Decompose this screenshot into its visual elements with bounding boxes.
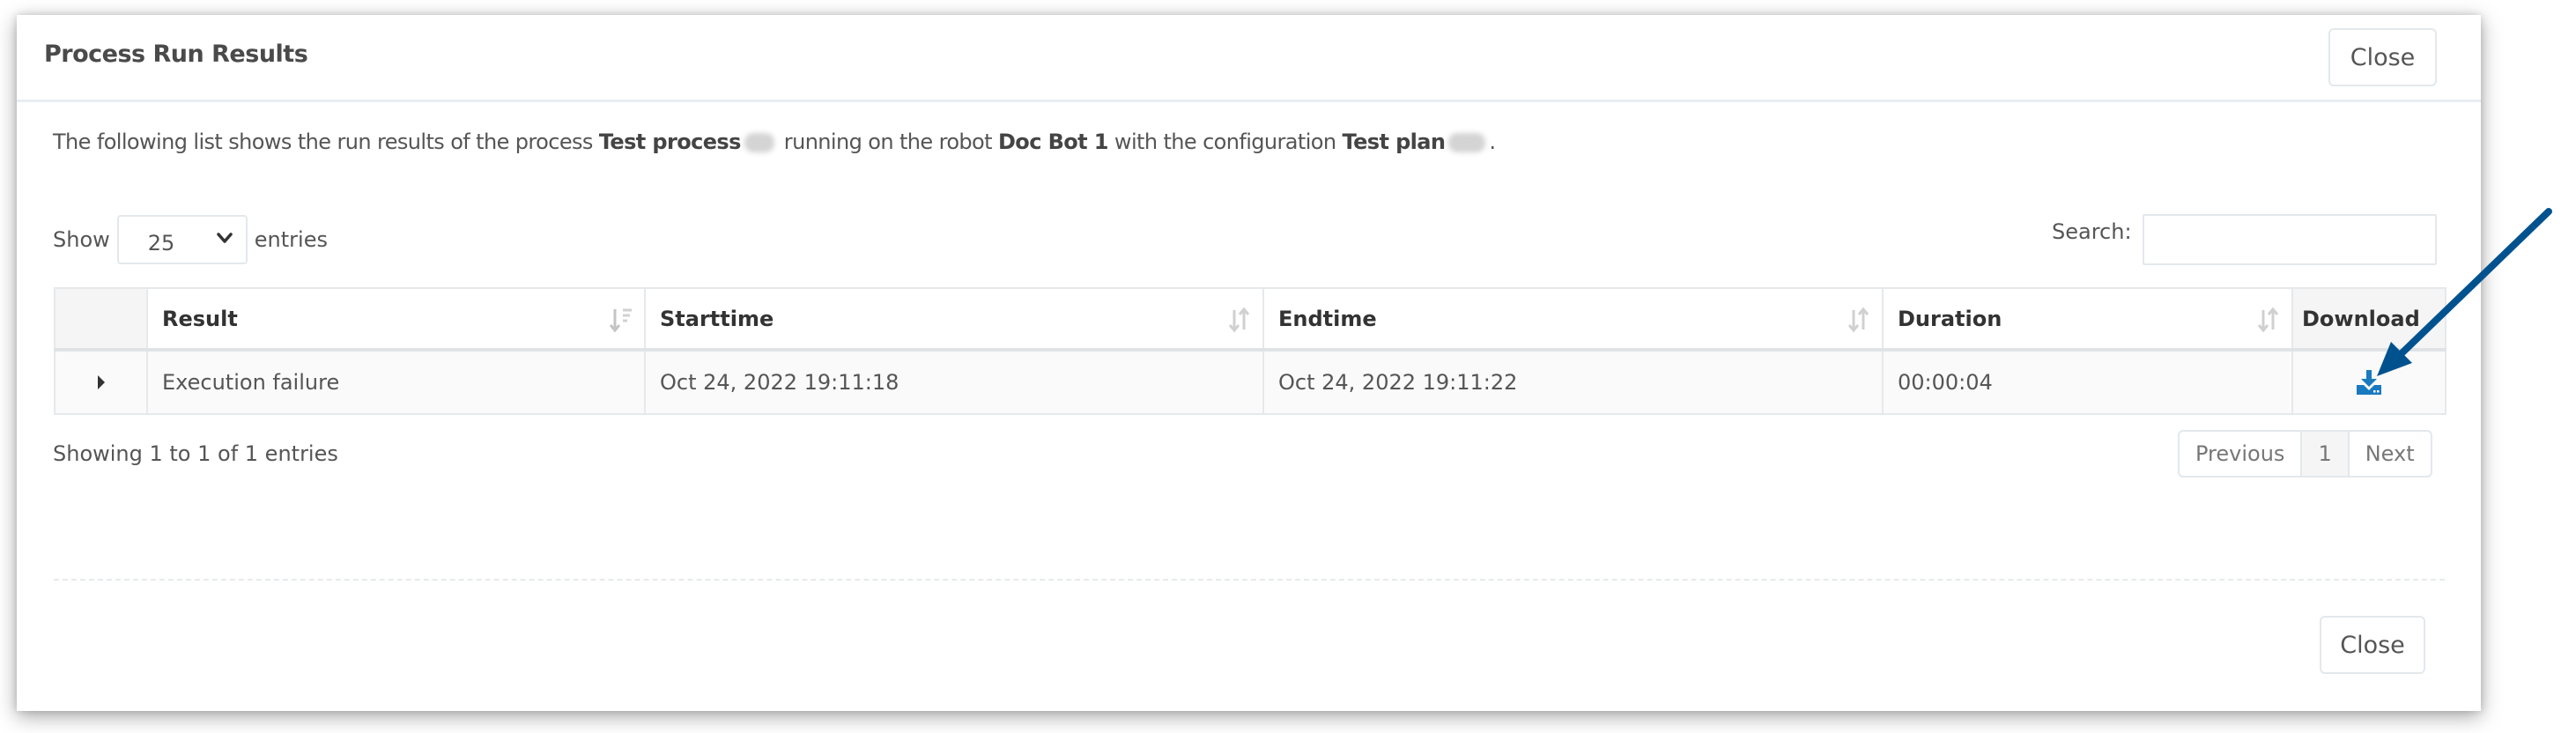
process-name: Test process (598, 130, 742, 154)
entries-label: entries (254, 227, 328, 252)
redacted-process-id (744, 133, 774, 152)
pagination: Previous 1 Next (2178, 430, 2432, 478)
sort-both-icon (2257, 307, 2279, 333)
column-label: Download (2302, 306, 2420, 331)
footer-close-button[interactable]: Close (2320, 616, 2425, 674)
column-label: Result (162, 306, 238, 331)
column-label: Starttime (660, 306, 774, 331)
column-label: Endtime (1278, 306, 1377, 331)
result-cell: Execution failure (146, 349, 646, 415)
close-button[interactable]: Close (2328, 28, 2437, 86)
expand-row-toggle[interactable] (54, 349, 148, 415)
search-label: Search: (2052, 219, 2132, 244)
sort-both-icon (1228, 307, 1250, 333)
page-size-select[interactable]: 25 (116, 215, 248, 264)
column-header-download: Download (2291, 287, 2446, 352)
starttime-cell: Oct 24, 2022 19:11:18 (644, 349, 1264, 415)
description-text: running on the robot (777, 130, 998, 154)
download-cell (2291, 349, 2446, 415)
show-label: Show (53, 227, 110, 252)
redacted-config-id (1448, 133, 1486, 152)
download-icon[interactable] (2356, 369, 2382, 396)
process-run-results-dialog: Process Run Results Close The following … (17, 15, 2481, 711)
chevron-down-icon (217, 233, 233, 243)
dialog-title: Process Run Results (44, 41, 308, 68)
description-text: . (1489, 130, 1496, 154)
dialog-header: Process Run Results Close (17, 15, 2481, 102)
table-info: Showing 1 to 1 of 1 entries (53, 441, 338, 466)
endtime-cell: Oct 24, 2022 19:11:22 (1262, 349, 1884, 415)
column-header-starttime[interactable]: Starttime (644, 287, 1264, 352)
run-results-table: Result Starttime Endtime Duration Downlo… (54, 287, 2446, 415)
description-text: with the configuration (1107, 130, 1343, 154)
page-length-control: Show 25 entries (53, 214, 328, 265)
caret-right-icon (97, 375, 105, 389)
duration-cell: 00:00:04 (1882, 349, 2293, 415)
sort-both-icon (1847, 307, 1869, 333)
sort-desc-icon (609, 308, 632, 333)
description-text: The following list shows the run results… (53, 130, 599, 154)
column-header-result[interactable]: Result (146, 287, 646, 352)
table-row: Execution failure Oct 24, 2022 19:11:18 … (54, 349, 2446, 415)
pagination-previous[interactable]: Previous (2180, 432, 2303, 476)
dialog-description: The following list shows the run results… (53, 130, 1496, 154)
pagination-page-1[interactable]: 1 (2302, 432, 2350, 476)
configuration-name: Test plan (1342, 130, 1446, 154)
footer-divider (54, 579, 2445, 581)
page-size-value: 25 (147, 231, 175, 255)
table-header-row: Result Starttime Endtime Duration Downlo… (54, 287, 2446, 352)
expand-column-header (54, 287, 148, 352)
column-header-duration[interactable]: Duration (1882, 287, 2293, 352)
pagination-next[interactable]: Next (2350, 432, 2431, 476)
column-label: Duration (1898, 306, 2002, 331)
robot-name: Doc Bot 1 (997, 130, 1109, 154)
column-header-endtime[interactable]: Endtime (1262, 287, 1884, 352)
search-input[interactable] (2143, 214, 2437, 265)
